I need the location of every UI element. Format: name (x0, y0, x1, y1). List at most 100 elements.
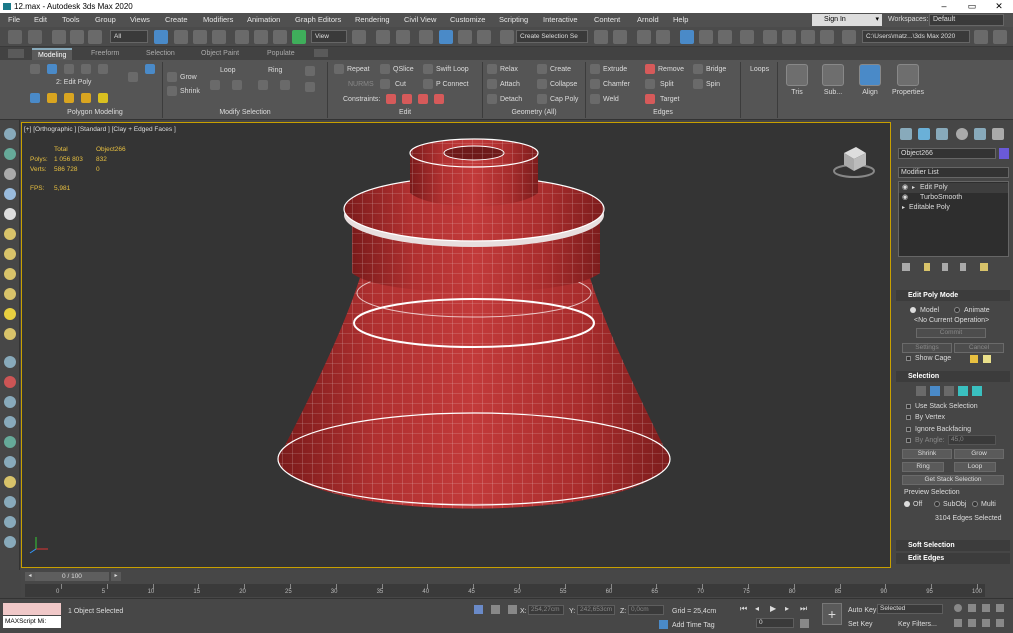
ring-shrink-icon[interactable] (280, 80, 290, 90)
selection-filter-dropdown[interactable]: All (110, 30, 148, 43)
z-coord-field[interactable]: 0,0cm (628, 605, 664, 615)
grow-button[interactable]: Grow (180, 73, 197, 82)
eye-icon[interactable]: ◉ (902, 193, 908, 203)
weld-button[interactable]: Weld (603, 95, 619, 104)
time-config-icon[interactable] (800, 619, 809, 628)
layer-explorer-icon[interactable] (656, 30, 670, 44)
rendered-frame-icon[interactable] (782, 30, 796, 44)
mesh-object[interactable] (22, 123, 891, 568)
shrink-button[interactable]: Shrink (902, 449, 952, 459)
material-editor-icon[interactable] (740, 30, 754, 44)
bridge-button[interactable]: Bridge (706, 65, 726, 74)
cage-color-swatch[interactable] (970, 355, 978, 363)
reference-coordinate-dropdown[interactable]: View (311, 30, 347, 43)
selected-set-dropdown[interactable]: Selected (877, 604, 943, 614)
repeat-button[interactable]: Repeat (347, 65, 370, 74)
zoom-icon[interactable] (954, 604, 962, 612)
menu-interactive[interactable]: Interactive (543, 13, 578, 27)
add-time-tag-button[interactable]: Add Time Tag (672, 621, 715, 630)
menu-content[interactable]: Content (594, 13, 620, 27)
tris-button[interactable]: Tris (780, 62, 814, 110)
viewport-config-icon[interactable] (4, 536, 16, 548)
rotate-icon[interactable] (254, 30, 268, 44)
close-icon[interactable]: ✕ (985, 0, 1013, 13)
maximize-icon[interactable]: ▭ (958, 0, 986, 13)
play-icon[interactable]: ▶ (770, 604, 776, 613)
relax-button[interactable]: Relax (500, 65, 518, 74)
snowflake-icon[interactable] (4, 456, 16, 468)
sign-in-button[interactable]: Sign In ▾ (812, 14, 882, 26)
helpers-icon[interactable] (4, 228, 16, 240)
show-cage-checkbox[interactable] (906, 356, 911, 361)
preview-subobj-radio[interactable] (934, 501, 940, 507)
chamfer-button[interactable]: Chamfer (603, 80, 630, 89)
zoom-extents-icon[interactable] (982, 604, 990, 612)
goto-end-icon[interactable]: ⏭ (800, 604, 807, 614)
foliage-icon[interactable] (4, 436, 16, 448)
loop-button[interactable]: Loop (954, 462, 996, 472)
isolate-icon[interactable] (491, 605, 500, 614)
modeling-pin-icon[interactable] (145, 64, 155, 74)
menu-arnold[interactable]: Arnold (637, 13, 659, 27)
plane-icon[interactable] (4, 328, 16, 340)
loop-button[interactable]: Loop (220, 66, 236, 75)
angle-field[interactable]: 45,0 (948, 435, 996, 445)
schematic-view-icon[interactable] (718, 30, 732, 44)
menu-civil-view[interactable]: Civil View (404, 13, 436, 27)
get-stack-selection-button[interactable]: Get Stack Selection (902, 475, 1004, 485)
window-crossing-icon[interactable] (212, 30, 226, 44)
menu-group[interactable]: Group (95, 13, 116, 27)
cut-button[interactable]: Cut (395, 80, 406, 89)
menu-file[interactable]: File (8, 13, 20, 27)
loops-panel-button[interactable]: Loops (750, 65, 769, 74)
stack-item-turbosmooth[interactable]: ◉ TurboSmooth (899, 193, 1008, 203)
pivot-center-icon[interactable] (352, 30, 366, 44)
utilities-icon[interactable] (4, 516, 16, 528)
named-selection-dropdown[interactable]: Create Selection Se (516, 30, 588, 43)
redo-icon[interactable] (28, 30, 42, 44)
project-path-field[interactable]: C:\Users\matz...\3ds Max 2020 (862, 30, 970, 43)
move-icon[interactable] (235, 30, 249, 44)
pan-icon[interactable] (968, 619, 976, 627)
loop-grow-icon[interactable] (210, 80, 220, 90)
nurms-button[interactable]: NURMS (348, 80, 374, 89)
percent-snap-icon[interactable] (458, 30, 472, 44)
select-object-icon[interactable] (154, 30, 168, 44)
settings-button[interactable]: Settings (902, 343, 952, 353)
stack-item-edit-poly[interactable]: ◉ ▸ Edit Poly (899, 183, 1008, 193)
zoom-all-icon[interactable] (968, 604, 976, 612)
menu-graph-editors[interactable]: Graph Editors (295, 13, 341, 27)
perspective-viewport[interactable]: [+] [Orthographic ] [Standard ] [Clay + … (21, 122, 891, 568)
selection-rollout[interactable]: Selection (896, 371, 1010, 382)
maximize-viewport-icon[interactable] (996, 619, 1004, 627)
utilities-tab-icon[interactable] (992, 128, 1004, 140)
make-unique-icon[interactable] (942, 263, 948, 271)
a360-icon[interactable] (842, 30, 856, 44)
track-bar[interactable]: 0 5 10 15 20 25 30 35 40 45 50 55 60 65 70 75 80 85 90 95 10… (25, 584, 985, 597)
current-frame-field[interactable]: 0 (756, 618, 794, 628)
detach-button[interactable]: Detach (500, 95, 522, 104)
align-button[interactable]: Align (853, 62, 887, 110)
show-end-result-icon[interactable] (924, 263, 930, 271)
menu-scripting[interactable]: Scripting (499, 13, 528, 27)
undo-icon[interactable] (8, 30, 22, 44)
pin-stack-icon[interactable] (902, 263, 910, 271)
modify-tab-icon[interactable] (918, 128, 930, 140)
spinner-snap-icon[interactable] (477, 30, 491, 44)
ribbon-options-icon[interactable] (314, 49, 328, 57)
chevron-right-icon[interactable]: ▸ (912, 183, 915, 193)
p-connect-button[interactable]: P Connect (436, 80, 469, 89)
geometry-icon[interactable] (4, 148, 16, 160)
shapes-icon[interactable] (4, 168, 16, 180)
menu-help[interactable]: Help (673, 13, 688, 27)
cameras-icon[interactable] (4, 208, 16, 220)
workspace-dropdown[interactable]: Default (929, 14, 1004, 26)
tab-object-paint[interactable]: Object Paint (201, 48, 239, 60)
make-unique-icon[interactable] (64, 93, 74, 103)
keyboard-shortcut-icon[interactable] (396, 30, 410, 44)
snaps-toggle-icon[interactable] (419, 30, 433, 44)
polygon-subobject-icon[interactable] (958, 386, 968, 396)
menu-tools[interactable]: Tools (62, 13, 80, 27)
menu-edit[interactable]: Edit (34, 13, 47, 27)
create-button[interactable]: Create (550, 65, 571, 74)
